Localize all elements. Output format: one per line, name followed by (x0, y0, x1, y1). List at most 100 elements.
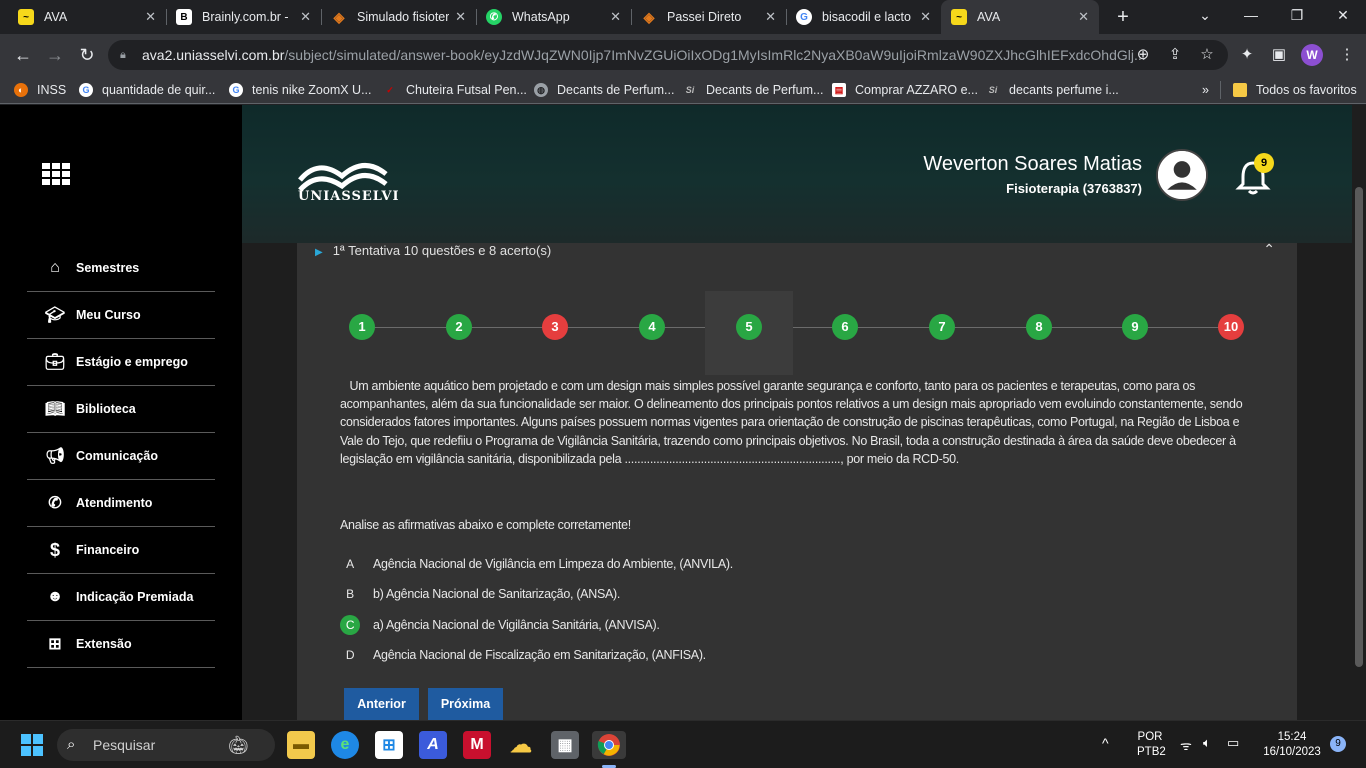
clock[interactable]: 15:24 16/10/2023 (1258, 731, 1326, 758)
bookmark-azzaro[interactable]: ▤ Comprar AZZARO e... (832, 76, 978, 104)
file-explorer-icon[interactable]: ▬ (287, 731, 315, 759)
close-icon[interactable]: ✕ (1078, 9, 1089, 25)
close-icon[interactable]: ✕ (610, 9, 621, 25)
step-6[interactable]: 6 (832, 314, 858, 340)
decants-icon: Si (685, 85, 695, 95)
close-icon[interactable]: ✕ (455, 9, 466, 25)
option-text: Agência Nacional de Vigilância em Limpez… (373, 557, 733, 571)
close-icon[interactable]: ✕ (765, 9, 776, 25)
sidebar-item-semestres[interactable]: ⌂ Semestres (27, 245, 215, 292)
user-course: Fisioterapia (3763837) (1006, 181, 1142, 196)
option-c[interactable]: C a) Agência Nacional de Vigilância Sani… (340, 614, 660, 636)
ava-icon: ~ (951, 9, 967, 25)
chrome-icon[interactable] (592, 731, 626, 759)
window-close-icon[interactable]: ✕ (1320, 0, 1366, 34)
step-3[interactable]: 3 (542, 314, 568, 340)
volume-icon[interactable]: 🔈︎ (1203, 735, 1211, 751)
battery-icon[interactable]: ▭ (1227, 735, 1239, 751)
tab-passei-direto[interactable]: ◈ Passei Direto ✕ (631, 0, 786, 34)
bookmark-decants-2[interactable]: Si Decants de Perfum... (683, 76, 824, 104)
tab-bisacodil[interactable]: G bisacodil e lacto ✕ (786, 0, 941, 34)
side-panel-icon[interactable]: ▣ (1266, 42, 1292, 68)
option-b[interactable]: B b) Agência Nacional de Sanitarização, … (340, 583, 620, 605)
option-letter: A (346, 557, 354, 571)
edge-icon[interactable]: e (331, 731, 359, 759)
back-arrow-icon[interactable]: ← (10, 42, 36, 68)
step-9[interactable]: 9 (1122, 314, 1148, 340)
bookmark-star-icon[interactable]: ☆ (1194, 42, 1220, 68)
taskbar-search[interactable]: ⌕ Pesquisar 🎃︎ (57, 729, 275, 761)
option-a[interactable]: A Agência Nacional de Vigilância em Limp… (340, 553, 733, 575)
google-icon: G (796, 9, 812, 25)
bookmark-nike[interactable]: Gtenis nike ZoomX U... (229, 76, 372, 104)
tab-ava-active[interactable]: ~ AVA ✕ (941, 0, 1099, 34)
bookmark-inss[interactable]: ◐ INSS (14, 76, 66, 104)
step-4[interactable]: 4 (639, 314, 665, 340)
extensions-puzzle-icon[interactable]: ✦ (1234, 42, 1260, 68)
sidebar-item-meu-curso[interactable]: 🎓︎ Meu Curso (27, 292, 215, 339)
option-text: Agência Nacional de Fiscalização em Sani… (373, 648, 706, 662)
bookmark-decants-3[interactable]: Si decants perfume i... (986, 76, 1119, 104)
chevron-up-icon[interactable]: ⌃ (1263, 241, 1275, 258)
brainly-icon: B (176, 9, 192, 25)
profile-avatar[interactable]: W (1301, 44, 1323, 66)
globe-icon: ◍ (534, 83, 548, 97)
app-icon[interactable]: A (419, 731, 447, 759)
close-icon[interactable]: ✕ (145, 9, 156, 25)
notification-count-badge[interactable]: 9 (1330, 736, 1346, 752)
tab-search-icon[interactable]: ⌄ (1182, 0, 1228, 34)
address-bar[interactable]: 🔒︎ ava2.uniasselvi.com.br/subject/simula… (108, 40, 1228, 70)
bookmark-chuteira[interactable]: ✓ Chuteira Futsal Pen... (383, 76, 527, 104)
tab-ava-1[interactable]: ~ AVA ✕ (8, 0, 166, 34)
step-10[interactable]: 10 (1218, 314, 1244, 340)
bookmark-decants-1[interactable]: ◍ Decants de Perfum... (534, 76, 674, 104)
windows-start-icon[interactable] (18, 731, 46, 759)
bookmark-quirofano[interactable]: Gquantidade de quir... (79, 76, 215, 104)
tab-simulado[interactable]: ◈ Simulado fisioter ✕ (321, 0, 476, 34)
close-icon[interactable]: ✕ (920, 9, 931, 25)
sidebar-item-extensao[interactable]: ⊞ Extensão (27, 621, 215, 668)
page-scrollbar[interactable] (1352, 105, 1366, 720)
weather-icon[interactable]: ☁ (507, 731, 535, 759)
zoom-icon[interactable]: ⊕ (1130, 42, 1156, 68)
sidebar-item-biblioteca[interactable]: 📖︎ Biblioteca (27, 386, 215, 433)
sidebar-item-estagio[interactable]: 💼︎ Estágio e emprego (27, 339, 215, 386)
step-8[interactable]: 8 (1026, 314, 1052, 340)
mcafee-icon[interactable]: M (463, 731, 491, 759)
tab-brainly[interactable]: B Brainly.com.br - ✕ (166, 0, 321, 34)
language-indicator[interactable]: POR PTB2 (1137, 731, 1166, 758)
page: ⌂ Semestres 🎓︎ Meu Curso 💼︎ Estágio e empre… (0, 105, 1366, 720)
sidebar-item-indicacao[interactable]: ☻ Indicação Premiada (27, 574, 215, 621)
step-5[interactable]: 5 (736, 314, 762, 340)
store-icon[interactable]: ⊞ (375, 731, 403, 759)
minimize-icon[interactable]: — (1228, 0, 1274, 34)
next-button[interactable]: Próxima (428, 688, 503, 720)
graduation-cap-icon: 🎓︎ (44, 307, 66, 324)
option-d[interactable]: D Agência Nacional de Fiscalização em Sa… (340, 644, 706, 666)
sidebar-item-financeiro[interactable]: $ Financeiro (27, 527, 215, 574)
sidebar-item-atendimento[interactable]: ✆ Atendimento (27, 480, 215, 527)
scrollbar-thumb[interactable] (1355, 187, 1363, 667)
avatar[interactable] (1156, 149, 1208, 201)
share-icon[interactable]: ⇪ (1162, 42, 1188, 68)
forward-arrow-icon[interactable]: → (42, 42, 68, 68)
tab-strip: ~ AVA ✕ B Brainly.com.br - ✕ ◈ Simulado … (0, 0, 1366, 34)
all-bookmarks-folder[interactable]: ■ Todos os favoritos (1220, 81, 1357, 99)
step-7[interactable]: 7 (929, 314, 955, 340)
tray-chevron-up-icon[interactable]: ^ (1102, 735, 1109, 751)
step-2[interactable]: 2 (446, 314, 472, 340)
close-icon[interactable]: ✕ (300, 9, 311, 25)
bookmarks-overflow-icon[interactable]: » (1202, 76, 1209, 104)
attempt-summary[interactable]: ▶ 1ª Tentativa 10 questões e 8 acerto(s) (315, 243, 551, 258)
restore-icon[interactable]: ❐ (1274, 0, 1320, 34)
more-menu-icon[interactable]: ⋮ (1334, 42, 1360, 68)
step-1[interactable]: 1 (349, 314, 375, 340)
reload-icon[interactable]: ↻ (74, 42, 100, 68)
previous-button[interactable]: Anterior (344, 688, 419, 720)
sidebar-item-comunicacao[interactable]: 📢︎ Comunicação (27, 433, 215, 480)
wifi-icon[interactable]: ᯤ (1180, 736, 1192, 754)
new-tab-button[interactable]: + (1110, 4, 1136, 30)
apps-grid-icon[interactable] (42, 163, 70, 185)
calculator-icon[interactable]: ▦ (551, 731, 579, 759)
tab-whatsapp[interactable]: ✆ WhatsApp ✕ (476, 0, 631, 34)
